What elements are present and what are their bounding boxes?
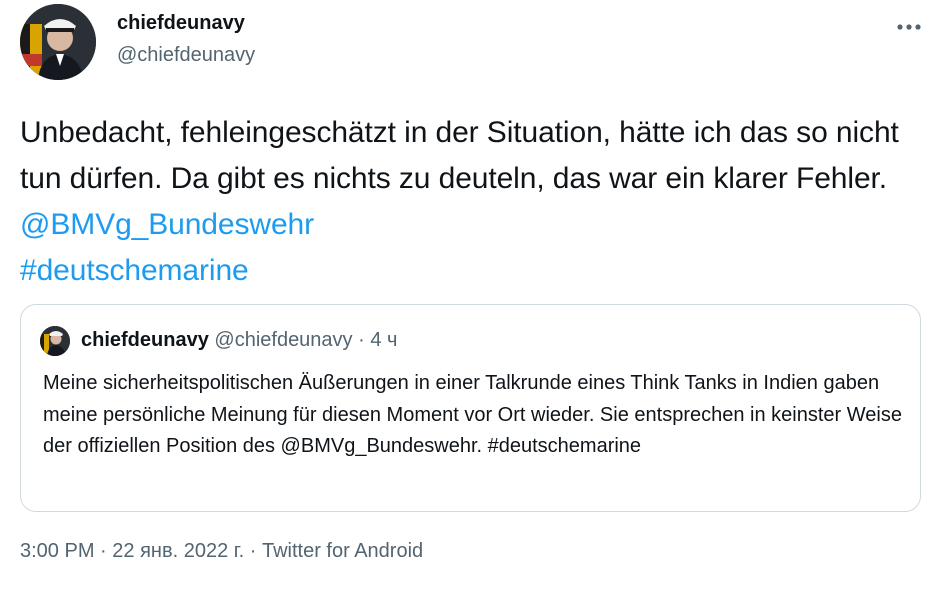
tweet-date[interactable]: 22 янв. 2022 г. <box>112 540 244 562</box>
tweet-text-main: Unbedacht, fehleingeschätzt in der Situa… <box>20 116 899 195</box>
mention-link[interactable]: @BMVg_Bundeswehr <box>20 208 314 241</box>
tweet-text: Unbedacht, fehleingeschätzt in der Situa… <box>20 110 930 294</box>
quoted-header: chiefdeunavy @chiefdeunavy · 4 ч <box>81 329 397 352</box>
more-horizontal-icon <box>897 24 921 30</box>
more-options-button[interactable] <box>894 12 924 42</box>
quoted-avatar <box>40 326 70 356</box>
quoted-separator: · <box>358 329 365 351</box>
tweet: chiefdeunavy @chiefdeunavy Unbedacht, fe… <box>0 0 948 594</box>
footer-separator: · <box>249 540 257 562</box>
quoted-author-handle: @chiefdeunavy <box>214 329 353 351</box>
tweet-footer: 3:00 PM · 22 янв. 2022 г. · Twitter for … <box>20 540 423 563</box>
tweet-time[interactable]: 3:00 PM <box>20 540 94 562</box>
author-name[interactable]: chiefdeunavy <box>117 12 245 35</box>
quoted-avatar-image <box>40 326 70 356</box>
quoted-tweet[interactable]: chiefdeunavy @chiefdeunavy · 4 ч Meine s… <box>20 304 921 512</box>
quoted-text: Meine sicherheitspolitischen Äußerungen … <box>43 372 902 457</box>
author-avatar[interactable] <box>20 4 96 80</box>
quoted-author-name: chiefdeunavy <box>81 329 209 351</box>
hashtag-link[interactable]: #deutschemarine <box>20 254 249 287</box>
quoted-time: 4 ч <box>370 329 398 351</box>
avatar-image <box>20 4 96 80</box>
tweet-source[interactable]: Twitter for Android <box>262 540 423 562</box>
author-handle[interactable]: @chiefdeunavy <box>117 44 255 67</box>
footer-separator: · <box>100 540 107 562</box>
